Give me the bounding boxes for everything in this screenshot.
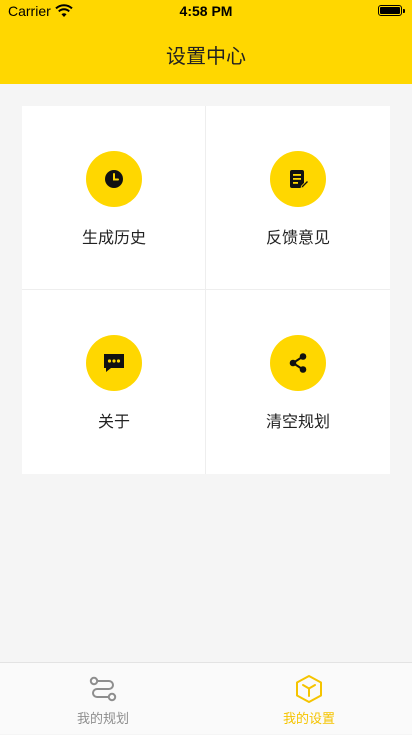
tab-bar: 我的规划 我的设置 [0,662,412,734]
cube-icon [296,675,322,703]
share-icon [270,335,326,391]
menu-item-label: 生成历史 [81,228,146,247]
menu-item-label: 关于 [97,412,130,431]
status-time: 4:58 PM [179,3,233,19]
chat-dots-icon [86,335,142,391]
status-bar: Carrier 4:58 PM [0,0,412,24]
note-edit-icon [270,151,326,207]
tab-my-plans[interactable]: 我的规划 [0,663,206,735]
clock-icon [86,151,142,207]
menu-item-clear-plans[interactable]: 清空规划 [206,290,390,474]
menu-item-feedback[interactable]: 反馈意见 [206,106,390,290]
tab-label: 我的规划 [76,712,129,727]
tab-label: 我的设置 [282,712,335,727]
battery-icon [378,5,405,16]
page-title: 设置中心 [166,44,246,68]
menu-item-about[interactable]: 关于 [22,290,206,474]
route-icon [89,676,117,702]
header-bar: Carrier 4:58 PM 设置中心 [0,0,412,84]
menu-item-label: 反馈意见 [265,228,330,247]
tab-my-settings[interactable]: 我的设置 [206,663,412,735]
menu-item-history[interactable]: 生成历史 [22,106,206,290]
settings-grid: 生成历史 反馈意见 关于 清空规划 [22,106,390,474]
menu-item-label: 清空规划 [265,412,330,431]
